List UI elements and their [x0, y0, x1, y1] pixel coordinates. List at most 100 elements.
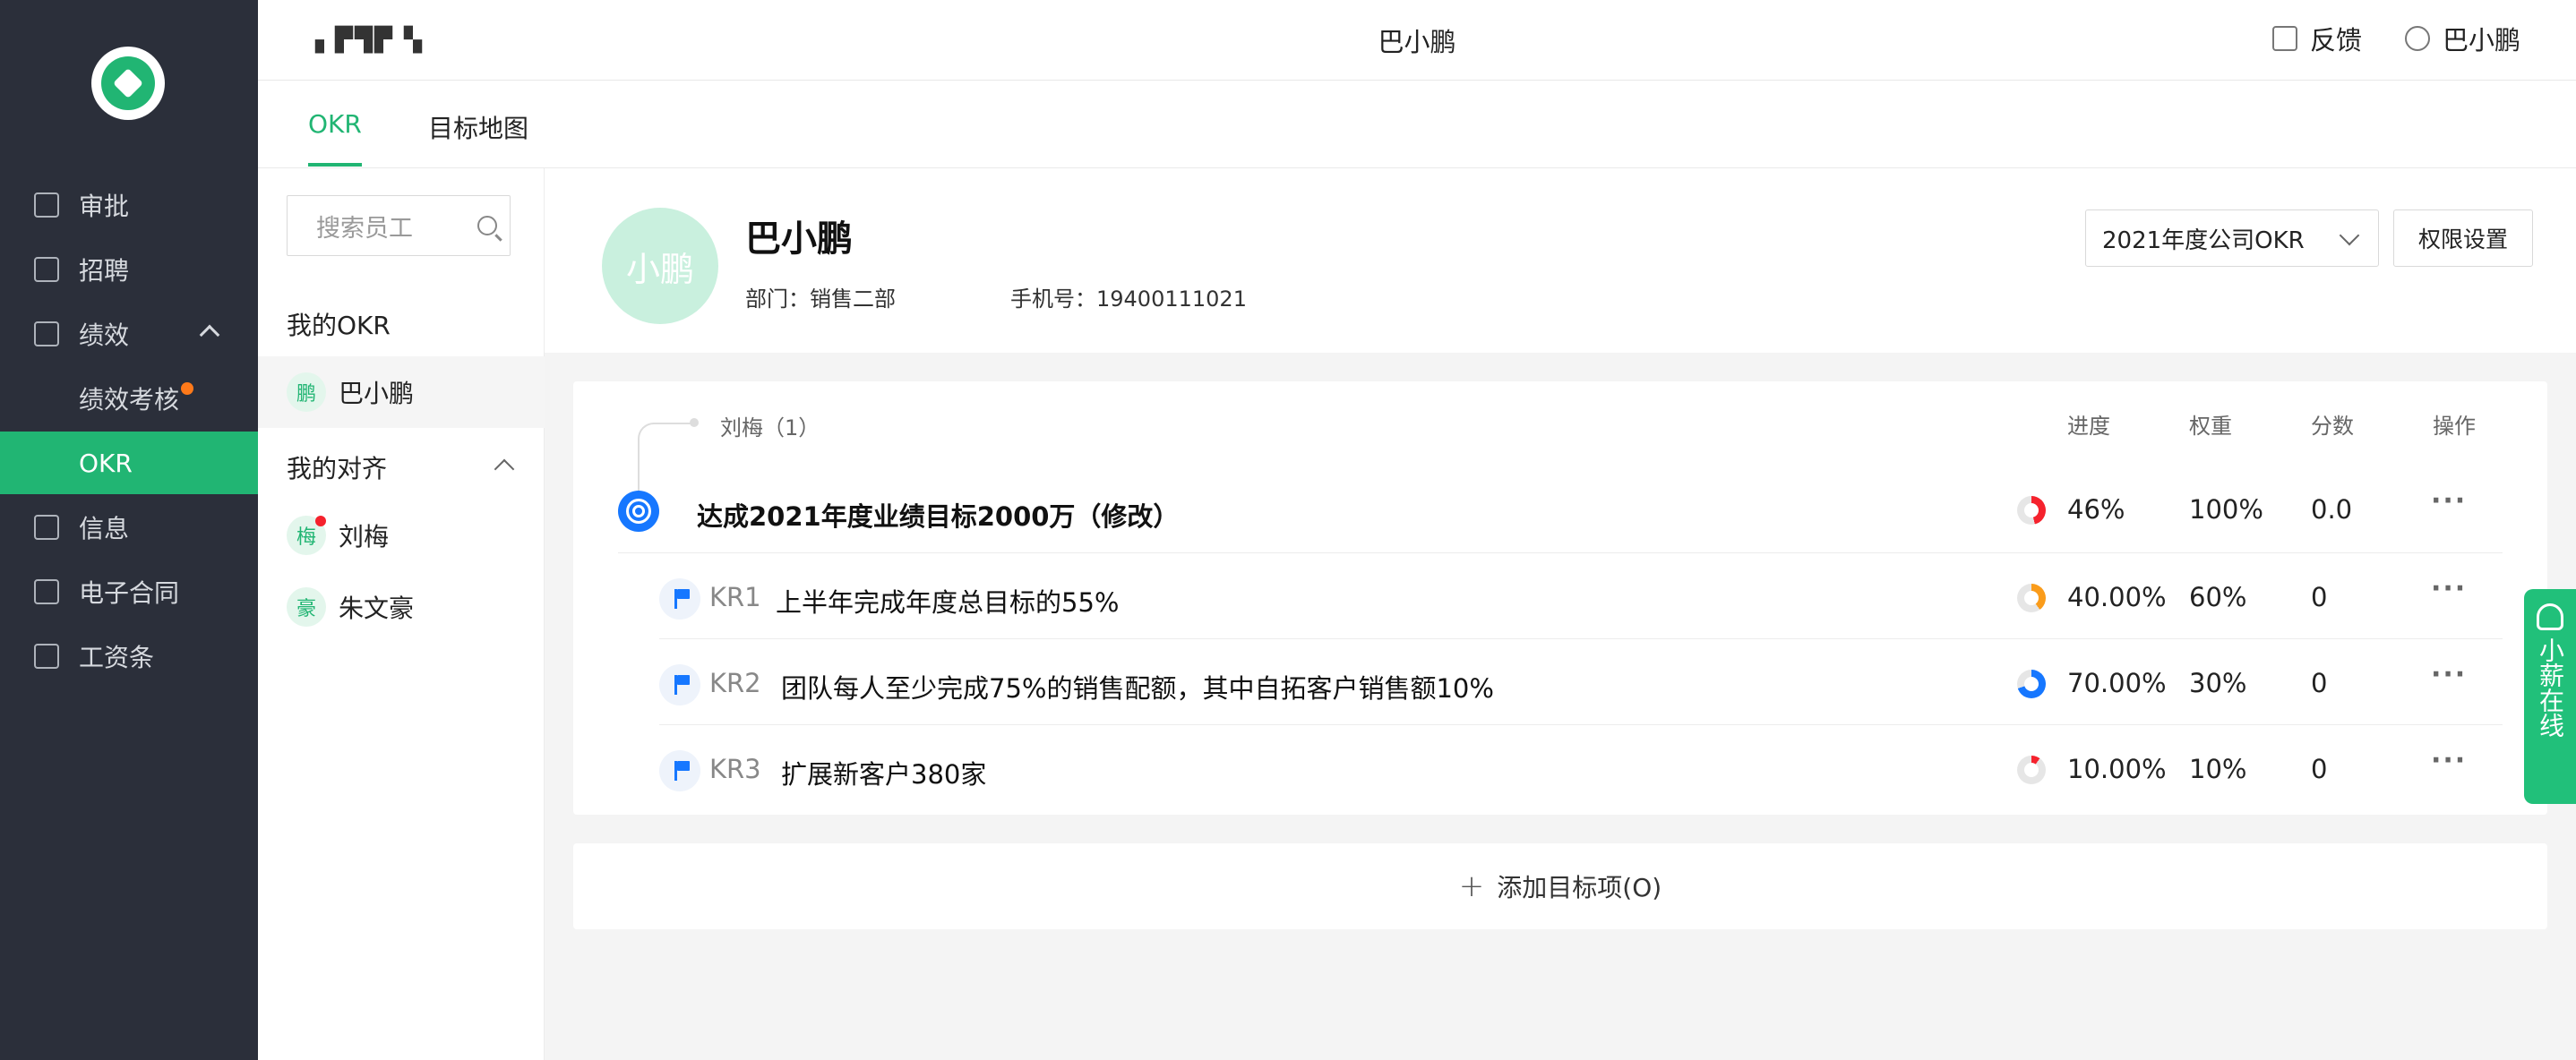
chevron-down-icon: [2339, 225, 2360, 246]
progress-ring: [2017, 584, 2046, 612]
avatar: 鹏: [287, 372, 326, 412]
aligned-to-label[interactable]: 刘梅（1）: [720, 410, 820, 441]
sidebar-item-label: 工资条: [79, 643, 155, 672]
more-icon[interactable]: ···: [2431, 573, 2467, 604]
sidebar-item-recruit[interactable]: 招聘: [0, 238, 258, 301]
sidebar-item-label: 招聘: [79, 256, 130, 286]
online-support-widget[interactable]: 小薪在线: [2524, 589, 2576, 804]
profile-department: 部门：销售二部: [745, 286, 896, 312]
column-header-progress: 进度: [2067, 414, 2110, 439]
profile-phone: 手机号：19400111021: [1010, 286, 1247, 312]
user-name: 巴小鹏: [2442, 25, 2520, 56]
sidebar-item-label: 绩效: [79, 321, 130, 350]
employee-item[interactable]: 鹏 巴小鹏: [258, 356, 545, 428]
tab-goal-map[interactable]: 目标地图: [428, 109, 528, 145]
sidebar-item-info[interactable]: 信息: [0, 496, 258, 559]
progress-ring: [2017, 496, 2046, 525]
contract-icon: [34, 579, 59, 604]
kr-score: 0: [2311, 754, 2328, 784]
objective-progress: 46%: [2067, 494, 2125, 525]
top-actions: 反馈 巴小鹏: [2229, 20, 2520, 57]
profile-name: 巴小鹏: [745, 218, 853, 260]
employee-item[interactable]: 梅 刘梅: [258, 500, 545, 571]
employee-name: 朱文豪: [339, 594, 415, 623]
search-input[interactable]: 搜索员工: [287, 195, 511, 256]
kr-id: KR2: [709, 668, 761, 698]
progress-ring: [2017, 756, 2046, 784]
top-bar: ▖▛▜▛ ▚ 巴小鹏 反馈 巴小鹏: [258, 0, 2576, 81]
employee-name: 巴小鹏: [339, 379, 415, 408]
unread-dot: [315, 516, 326, 526]
plus-icon: +: [1458, 868, 1485, 904]
kr-title[interactable]: 上半年完成年度总目标的55%: [776, 582, 1119, 620]
sidebar-item-performance-review[interactable]: 绩效考核: [0, 367, 258, 430]
kr-weight: 10%: [2189, 754, 2247, 784]
alignment-dot: [690, 418, 699, 427]
feedback-button[interactable]: 反馈: [2271, 20, 2362, 57]
sidebar-item-label: 审批: [79, 192, 130, 221]
more-icon[interactable]: ···: [2431, 485, 2467, 517]
progress-ring: [2017, 670, 2046, 698]
flag-icon: [659, 664, 700, 705]
kr-weight: 30%: [2189, 668, 2247, 698]
objective-title[interactable]: 达成2021年度业绩目标2000万（修改）: [697, 496, 1179, 534]
employee-panel: 搜索员工 我的OKR 鹏 巴小鹏 我的对齐 梅 刘梅 豪 朱文豪: [258, 168, 545, 1060]
logo-mark: [101, 56, 155, 110]
user-menu[interactable]: 巴小鹏: [2404, 20, 2520, 57]
tab-okr[interactable]: OKR: [308, 109, 362, 139]
id-card-icon: [34, 257, 59, 282]
flag-icon: [659, 578, 700, 620]
chevron-up-icon[interactable]: [494, 458, 515, 480]
tabs-bar: OKR 目标地图: [258, 81, 2576, 168]
kr-id: KR1: [709, 582, 761, 612]
permission-settings-button[interactable]: 权限设置: [2393, 209, 2533, 267]
line-chart-icon: [34, 321, 59, 346]
objective-weight: 100%: [2189, 494, 2263, 525]
period-select[interactable]: 2021年度公司OKR: [2085, 209, 2379, 267]
flag-icon: [659, 750, 700, 791]
alignment-heading[interactable]: 我的对齐: [287, 449, 387, 485]
user-icon: [2404, 26, 2430, 51]
search-icon[interactable]: [477, 216, 497, 235]
employee-item[interactable]: 豪 朱文豪: [258, 571, 545, 643]
kr-score: 0: [2311, 582, 2328, 612]
sidebar-item-okr[interactable]: OKR: [0, 432, 258, 494]
kr-score: 0: [2311, 668, 2328, 698]
sidebar-item-label: OKR: [79, 448, 133, 478]
sidebar-item-performance[interactable]: 绩效: [0, 303, 258, 365]
avatar-text: 梅: [296, 526, 316, 549]
kr-title[interactable]: 扩展新客户380家: [781, 754, 986, 791]
sidebar-item-label: 信息: [79, 514, 130, 543]
app-logo[interactable]: [91, 47, 165, 120]
column-header-score: 分数: [2311, 414, 2354, 439]
my-okr-heading: 我的OKR: [287, 311, 391, 340]
user-list-icon: [34, 515, 59, 540]
sidebar-item-label: 电子合同: [79, 578, 180, 608]
sidebar: 审批 招聘 绩效 绩效考核 OKR 信息 电子合同 工资条: [0, 0, 258, 1060]
okr-card: 刘梅（1） 进度 权重 分数 操作 达成2021年度业绩目标2000万（修改） …: [573, 381, 2547, 815]
more-icon[interactable]: ···: [2431, 745, 2467, 776]
column-header-weight: 权重: [2189, 414, 2232, 439]
add-objective-button[interactable]: + 添加目标项(O): [573, 843, 2547, 929]
avatar: 梅: [287, 516, 326, 555]
sidebar-item-label: 绩效考核: [79, 385, 180, 415]
kr-progress: 40.00%: [2067, 582, 2167, 612]
active-tab-indicator: [308, 163, 362, 167]
chevron-up-icon: [199, 324, 220, 346]
sidebar-item-approval[interactable]: 审批: [0, 174, 258, 236]
search-placeholder: 搜索员工: [316, 214, 413, 243]
kr-weight: 60%: [2189, 582, 2247, 612]
headset-icon: [2537, 603, 2563, 630]
sidebar-item-contract[interactable]: 电子合同: [0, 560, 258, 623]
page-title: 巴小鹏: [1378, 27, 1456, 57]
kr-title[interactable]: 团队每人至少完成75%的销售配额，其中自拓客户销售额10%: [781, 668, 1494, 705]
objective-score: 0.0: [2311, 494, 2353, 525]
avatar: 豪: [287, 587, 326, 627]
more-icon[interactable]: ···: [2431, 659, 2467, 690]
sidebar-item-payslip[interactable]: 工资条: [0, 625, 258, 688]
notification-dot: [181, 382, 194, 395]
profile-header: 小鹏 巴小鹏 部门：销售二部 手机号：19400111021 2021年度公司O…: [545, 168, 2576, 353]
yen-icon: [34, 644, 59, 669]
column-header-actions: 操作: [2433, 414, 2476, 439]
period-select-value: 2021年度公司OKR: [2102, 227, 2305, 254]
